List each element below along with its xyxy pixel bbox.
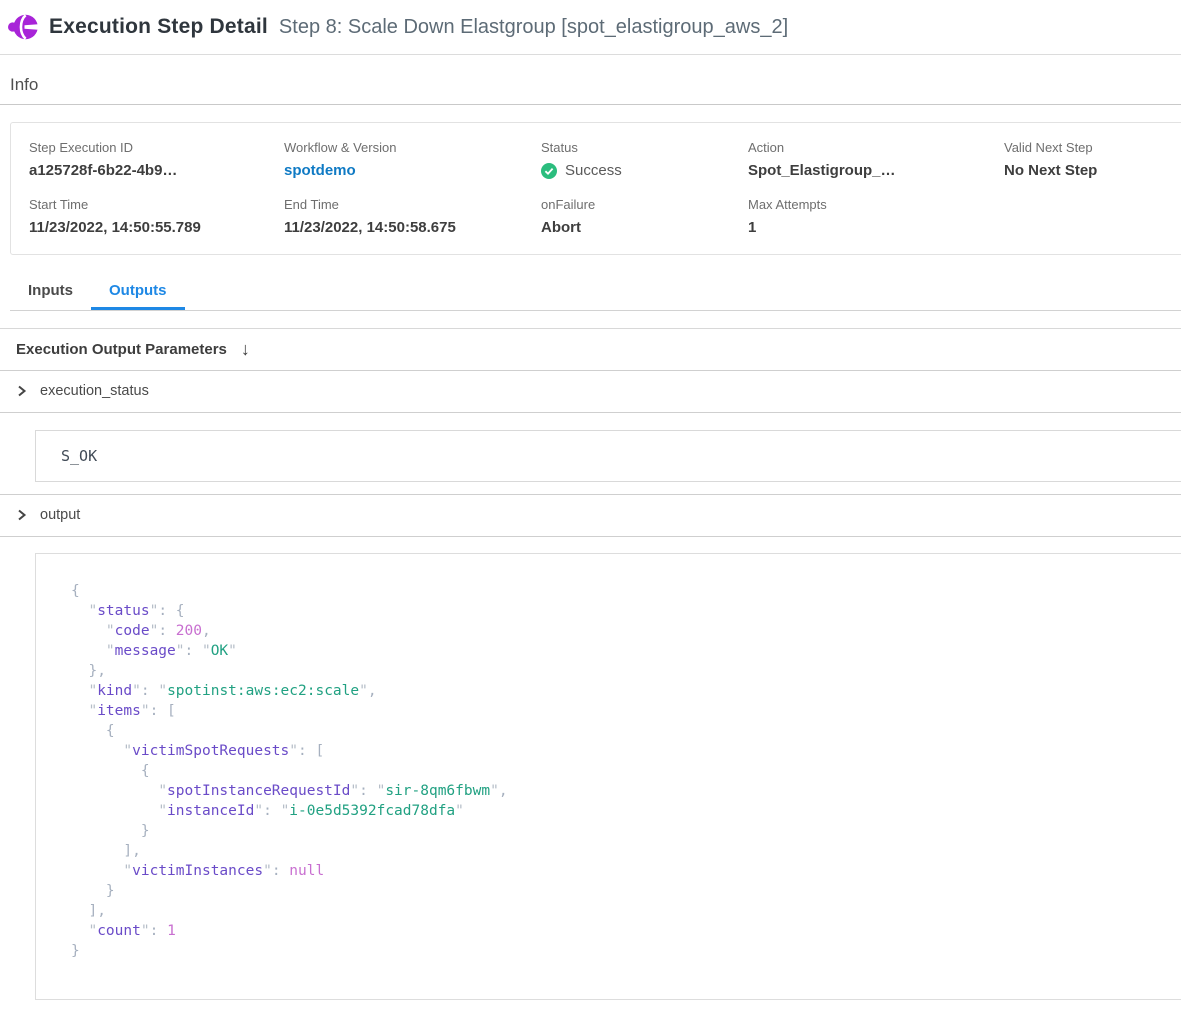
code-line: }, [71,661,1166,681]
info-card: Step Execution ID a125728f-6b22-4b9…Workf… [10,122,1181,255]
output-json-code: { "status": { "code": 200, "message": "O… [71,581,1166,961]
info-field-label: Status [541,140,748,155]
info-field-value: No Next Step [1004,162,1181,179]
code-line: ], [71,901,1166,921]
chevron-right-icon [16,385,27,397]
info-field-workflow-version: Workflow & Version spotdemo [284,140,541,179]
code-line: { [71,721,1166,741]
status-text: Success [565,162,622,179]
tab-outputs[interactable]: Outputs [91,277,185,310]
info-field-label: Max Attempts [748,197,1004,212]
info-field-value: Spot_Elastigroup_… [748,162,1004,179]
output-parameters-header: Execution Output Parameters ↓ [0,328,1181,371]
code-line: "code": 200, [71,621,1166,641]
page-title: Execution Step Detail [49,15,268,39]
info-field-valid-next-step: Valid Next Step No Next Step [1004,140,1181,179]
info-field-max-attempts: Max Attempts 1 [748,197,1004,236]
info-field-value: a125728f-6b22-4b9… [29,162,284,179]
info-field-value: 11/23/2022, 14:50:55.789 [29,219,284,236]
code-line: "spotInstanceRequestId": "sir-8qm6fbwm", [71,781,1166,801]
success-check-icon [541,163,557,179]
info-field-action: Action Spot_Elastigroup_… [748,140,1004,179]
tab-inputs[interactable]: Inputs [10,277,91,310]
info-field-label: Workflow & Version [284,140,541,155]
info-field-value: 11/23/2022, 14:50:58.675 [284,219,541,236]
info-field-label: Valid Next Step [1004,140,1181,155]
code-line: { [71,761,1166,781]
output-json-box: { "status": { "code": 200, "message": "O… [35,553,1181,1000]
chevron-right-icon [16,509,27,521]
arrow-down-icon[interactable]: ↓ [241,340,250,358]
code-line: "instanceId": "i-0e5d5392fcad78dfa" [71,801,1166,821]
info-field-label: Action [748,140,1004,155]
code-line: } [71,821,1166,841]
workflow-link[interactable]: spotdemo [284,162,356,179]
execution-status-value: S_OK [61,447,97,465]
param-row-execution-status[interactable]: execution_status [0,371,1181,413]
info-field-value: 1 [748,219,1004,236]
info-field-start-time: Start Time 11/23/2022, 14:50:55.789 [29,197,284,236]
execution-status-value-box: S_OK [35,430,1181,482]
code-line: "status": { [71,601,1166,621]
info-field-step-execution-id: Step Execution ID a125728f-6b22-4b9… [29,140,284,179]
code-line: { [71,581,1166,601]
code-line: "victimInstances": null [71,861,1166,881]
code-line: } [71,941,1166,961]
info-section-header: Info [0,55,1181,105]
info-heading: Info [10,75,1171,95]
info-field-status: Status Success [541,140,748,179]
info-field-onfailure: onFailure Abort [541,197,748,236]
info-field-value: Abort [541,219,748,236]
param-name-execution-status: execution_status [40,383,149,399]
spot-logo-icon [8,13,38,41]
code-line: "items": [ [71,701,1166,721]
code-line: ], [71,841,1166,861]
info-field-label: End Time [284,197,541,212]
tab-bar: InputsOutputs [10,277,1181,311]
execution-step-detail-page: Execution Step Detail Step 8: Scale Down… [0,0,1181,1000]
code-line: } [71,881,1166,901]
info-field-label: Step Execution ID [29,140,284,155]
info-field-value: spotdemo [284,162,541,179]
code-line: "victimSpotRequests": [ [71,741,1166,761]
page-header: Execution Step Detail Step 8: Scale Down… [0,0,1181,55]
code-line: "kind": "spotinst:aws:ec2:scale", [71,681,1166,701]
info-field-end-time: End Time 11/23/2022, 14:50:58.675 [284,197,541,236]
info-field-value: Success [541,162,748,179]
param-name-output: output [40,507,80,523]
code-line: "message": "OK" [71,641,1166,661]
code-line: "count": 1 [71,921,1166,941]
page-subtitle: Step 8: Scale Down Elastgroup [spot_elas… [279,16,788,39]
info-field-label: onFailure [541,197,748,212]
output-parameters-title: Execution Output Parameters [16,341,227,358]
param-row-output[interactable]: output [0,495,1181,537]
info-field-label: Start Time [29,197,284,212]
